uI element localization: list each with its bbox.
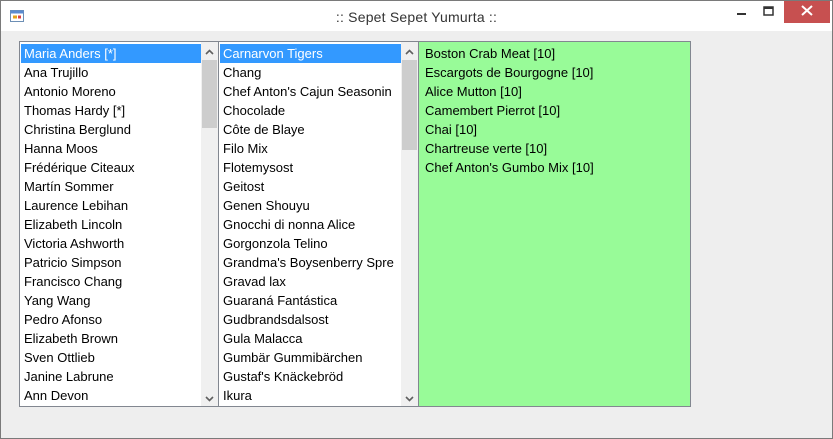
basket-list-item[interactable]: Boston Crab Meat [10]	[422, 44, 688, 63]
customer-list-item[interactable]: Ann Devon	[21, 386, 201, 405]
customer-list-item[interactable]: Thomas Hardy [*]	[21, 101, 201, 120]
product-list-item[interactable]: Filo Mix	[220, 139, 401, 158]
product-list-item[interactable]: Côte de Blaye	[220, 120, 401, 139]
product-list-item[interactable]: Gumbär Gummibärchen	[220, 348, 401, 367]
customer-list-item[interactable]: Pedro Afonso	[21, 310, 201, 329]
product-list-item[interactable]: Gorgonzola Telino	[220, 234, 401, 253]
product-list-item[interactable]: Gravad lax	[220, 272, 401, 291]
basket-list-item[interactable]: Chai [10]	[422, 120, 688, 139]
product-list-item[interactable]: Geitost	[220, 177, 401, 196]
product-list-item[interactable]: Carnarvon Tigers	[220, 44, 401, 63]
main-window: :: Sepet Sepet Yumurta :: Maria Anders […	[0, 0, 833, 439]
customers-list: Maria Anders [*] Ana Trujillo Antonio More…	[21, 44, 201, 405]
minimize-icon	[737, 3, 747, 21]
product-list-item[interactable]: Chef Anton's Cajun Seasonin	[220, 82, 401, 101]
basket-list-item[interactable]: Camembert Pierrot [10]	[422, 101, 688, 120]
customer-list-item[interactable]: Francisco Chang	[21, 272, 201, 291]
customer-list-item[interactable]: Patricio Simpson	[21, 253, 201, 272]
close-button[interactable]	[784, 1, 830, 23]
customer-list-item[interactable]: Elizabeth Brown	[21, 329, 201, 348]
customer-list-item[interactable]: Ana Trujillo	[21, 63, 201, 82]
product-list-item[interactable]: Gnocchi di nonna Alice	[220, 215, 401, 234]
chevron-down-icon	[405, 389, 414, 407]
customer-list-item[interactable]: Janine Labrune	[21, 367, 201, 386]
basket-list-item[interactable]: Chartreuse verte [10]	[422, 139, 688, 158]
product-list-item[interactable]: Chang	[220, 63, 401, 82]
window-title: :: Sepet Sepet Yumurta ::	[335, 9, 498, 25]
chevron-down-icon	[205, 389, 214, 407]
customer-list-item[interactable]: Hanna Moos	[21, 139, 201, 158]
basket-list: Boston Crab Meat [10] Escargots de Bourgo…	[422, 44, 688, 177]
product-list-item[interactable]: Flotemysost	[220, 158, 401, 177]
product-list-item[interactable]: Genen Shouyu	[220, 196, 401, 215]
products-listbox[interactable]: Carnarvon Tigers Chang Chef Anton's Cajun …	[218, 41, 419, 407]
customer-list-item[interactable]: Martín Sommer	[21, 177, 201, 196]
scroll-thumb[interactable]	[402, 60, 417, 150]
product-list-item[interactable]: Gustaf's Knäckebröd	[220, 367, 401, 386]
product-list-item[interactable]: Ikura	[220, 386, 401, 405]
customer-list-item[interactable]: Antonio Moreno	[21, 82, 201, 101]
products-list: Carnarvon Tigers Chang Chef Anton's Cajun …	[220, 44, 401, 405]
customer-list-item[interactable]: Maria Anders [*]	[21, 44, 201, 63]
scroll-up-button[interactable]	[201, 42, 218, 59]
product-list-item[interactable]: Chocolade	[220, 101, 401, 120]
maximize-icon	[762, 3, 774, 21]
chevron-up-icon	[405, 42, 414, 60]
chevron-up-icon	[205, 42, 214, 60]
scroll-up-button[interactable]	[401, 42, 418, 59]
title-bar[interactable]: :: Sepet Sepet Yumurta ::	[1, 1, 832, 31]
maximize-button[interactable]	[748, 1, 788, 23]
basket-list-item[interactable]: Alice Mutton [10]	[422, 82, 688, 101]
customers-scrollbar[interactable]	[201, 42, 218, 406]
scroll-down-button[interactable]	[201, 389, 218, 406]
product-list-item[interactable]: Grandma's Boysenberry Spre	[220, 253, 401, 272]
customer-list-item[interactable]: Elizabeth Lincoln	[21, 215, 201, 234]
scroll-thumb[interactable]	[202, 60, 217, 128]
product-list-item[interactable]: Gudbrandsdalsost	[220, 310, 401, 329]
customer-list-item[interactable]: Frédérique Citeaux	[21, 158, 201, 177]
customer-list-item[interactable]: Christina Berglund	[21, 120, 201, 139]
customer-list-item[interactable]: Sven Ottlieb	[21, 348, 201, 367]
scroll-down-button[interactable]	[401, 389, 418, 406]
basket-list-item[interactable]: Escargots de Bourgogne [10]	[422, 63, 688, 82]
basket-listbox[interactable]: Boston Crab Meat [10] Escargots de Bourgo…	[418, 41, 691, 407]
close-icon	[801, 3, 813, 21]
product-list-item[interactable]: Gula Malacca	[220, 329, 401, 348]
customer-list-item[interactable]: Yang Wang	[21, 291, 201, 310]
customers-listbox[interactable]: Maria Anders [*] Ana Trujillo Antonio More…	[19, 41, 219, 407]
customer-list-item[interactable]: Victoria Ashworth	[21, 234, 201, 253]
product-list-item[interactable]: Guaraná Fantástica	[220, 291, 401, 310]
customer-list-item[interactable]: Laurence Lebihan	[21, 196, 201, 215]
products-scrollbar[interactable]	[401, 42, 418, 406]
basket-list-item[interactable]: Chef Anton's Gumbo Mix [10]	[422, 158, 688, 177]
